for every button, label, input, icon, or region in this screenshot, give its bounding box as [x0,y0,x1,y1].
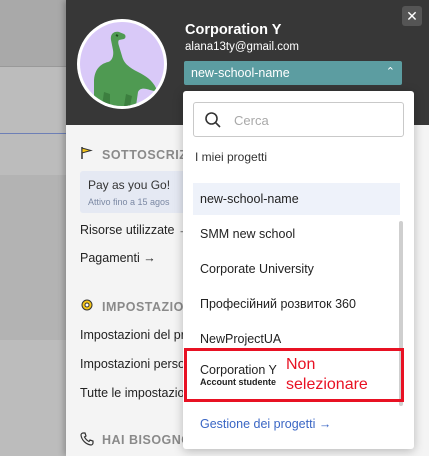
project-item-label: Професійний розвиток 360 [200,297,356,311]
settings-section-title: IMPOSTAZIO [102,300,184,314]
background-app [0,0,66,456]
user-email: alana13ty@gmail.com [185,41,299,53]
background-app-card [0,175,66,340]
project-settings-link[interactable]: Impostazioni del pr [80,328,185,342]
project-selector-value: new-school-name [191,66,290,80]
plan-name: Pay as you Go! [88,178,171,192]
chevron-up-icon: ⌃ [385,66,395,78]
project-item-smm-new-school[interactable]: SMM new school [193,218,400,250]
project-item-corporate-university[interactable]: Corporate University [193,253,400,285]
payments-link[interactable]: Pagamenti → [80,251,156,265]
plan-expiry: Attivo fino a 15 agos [88,197,170,207]
personal-settings-link[interactable]: Impostazioni perso [80,357,185,371]
project-item-label: SMM new school [200,227,296,241]
project-selector[interactable]: new-school-name ⌃ [184,61,402,85]
resources-used-link[interactable]: Risorse utilizzate → [80,223,190,237]
dinosaur-avatar-icon [80,22,164,106]
background-app-divider [0,133,66,134]
close-icon: ✕ [406,8,418,24]
project-item-label: NewProjectUA [200,332,282,346]
background-app-topbar [0,0,66,67]
subscription-section-title: SOTTOSCRIZ [102,148,188,162]
manage-projects-link[interactable]: Gestione dei progetti → [200,417,331,431]
search-icon [205,112,221,128]
help-section-title: HAI BISOGNO [102,433,192,447]
search-input[interactable] [234,110,394,130]
phone-icon [80,432,94,449]
project-item-new-school-name[interactable]: new-school-name [193,183,400,215]
all-settings-link[interactable]: Tutte le impostazio [80,386,184,400]
my-projects-title: I miei progetti [195,150,268,164]
search-box[interactable] [193,102,404,137]
annotation-line-1: Non [286,356,316,373]
avatar[interactable] [77,19,167,109]
annotation-text: Non selezionare [286,355,396,395]
project-item-label: new-school-name [200,192,299,206]
annotation-line-2: selezionare [286,376,368,393]
project-item-label: Corporate University [200,262,314,276]
organization-name: Corporation Y [185,22,282,38]
flag-icon [80,146,94,163]
gear-icon [80,298,94,315]
project-item-rozvytok-360[interactable]: Професійний розвиток 360 [193,288,400,320]
close-button[interactable]: ✕ [402,6,422,26]
